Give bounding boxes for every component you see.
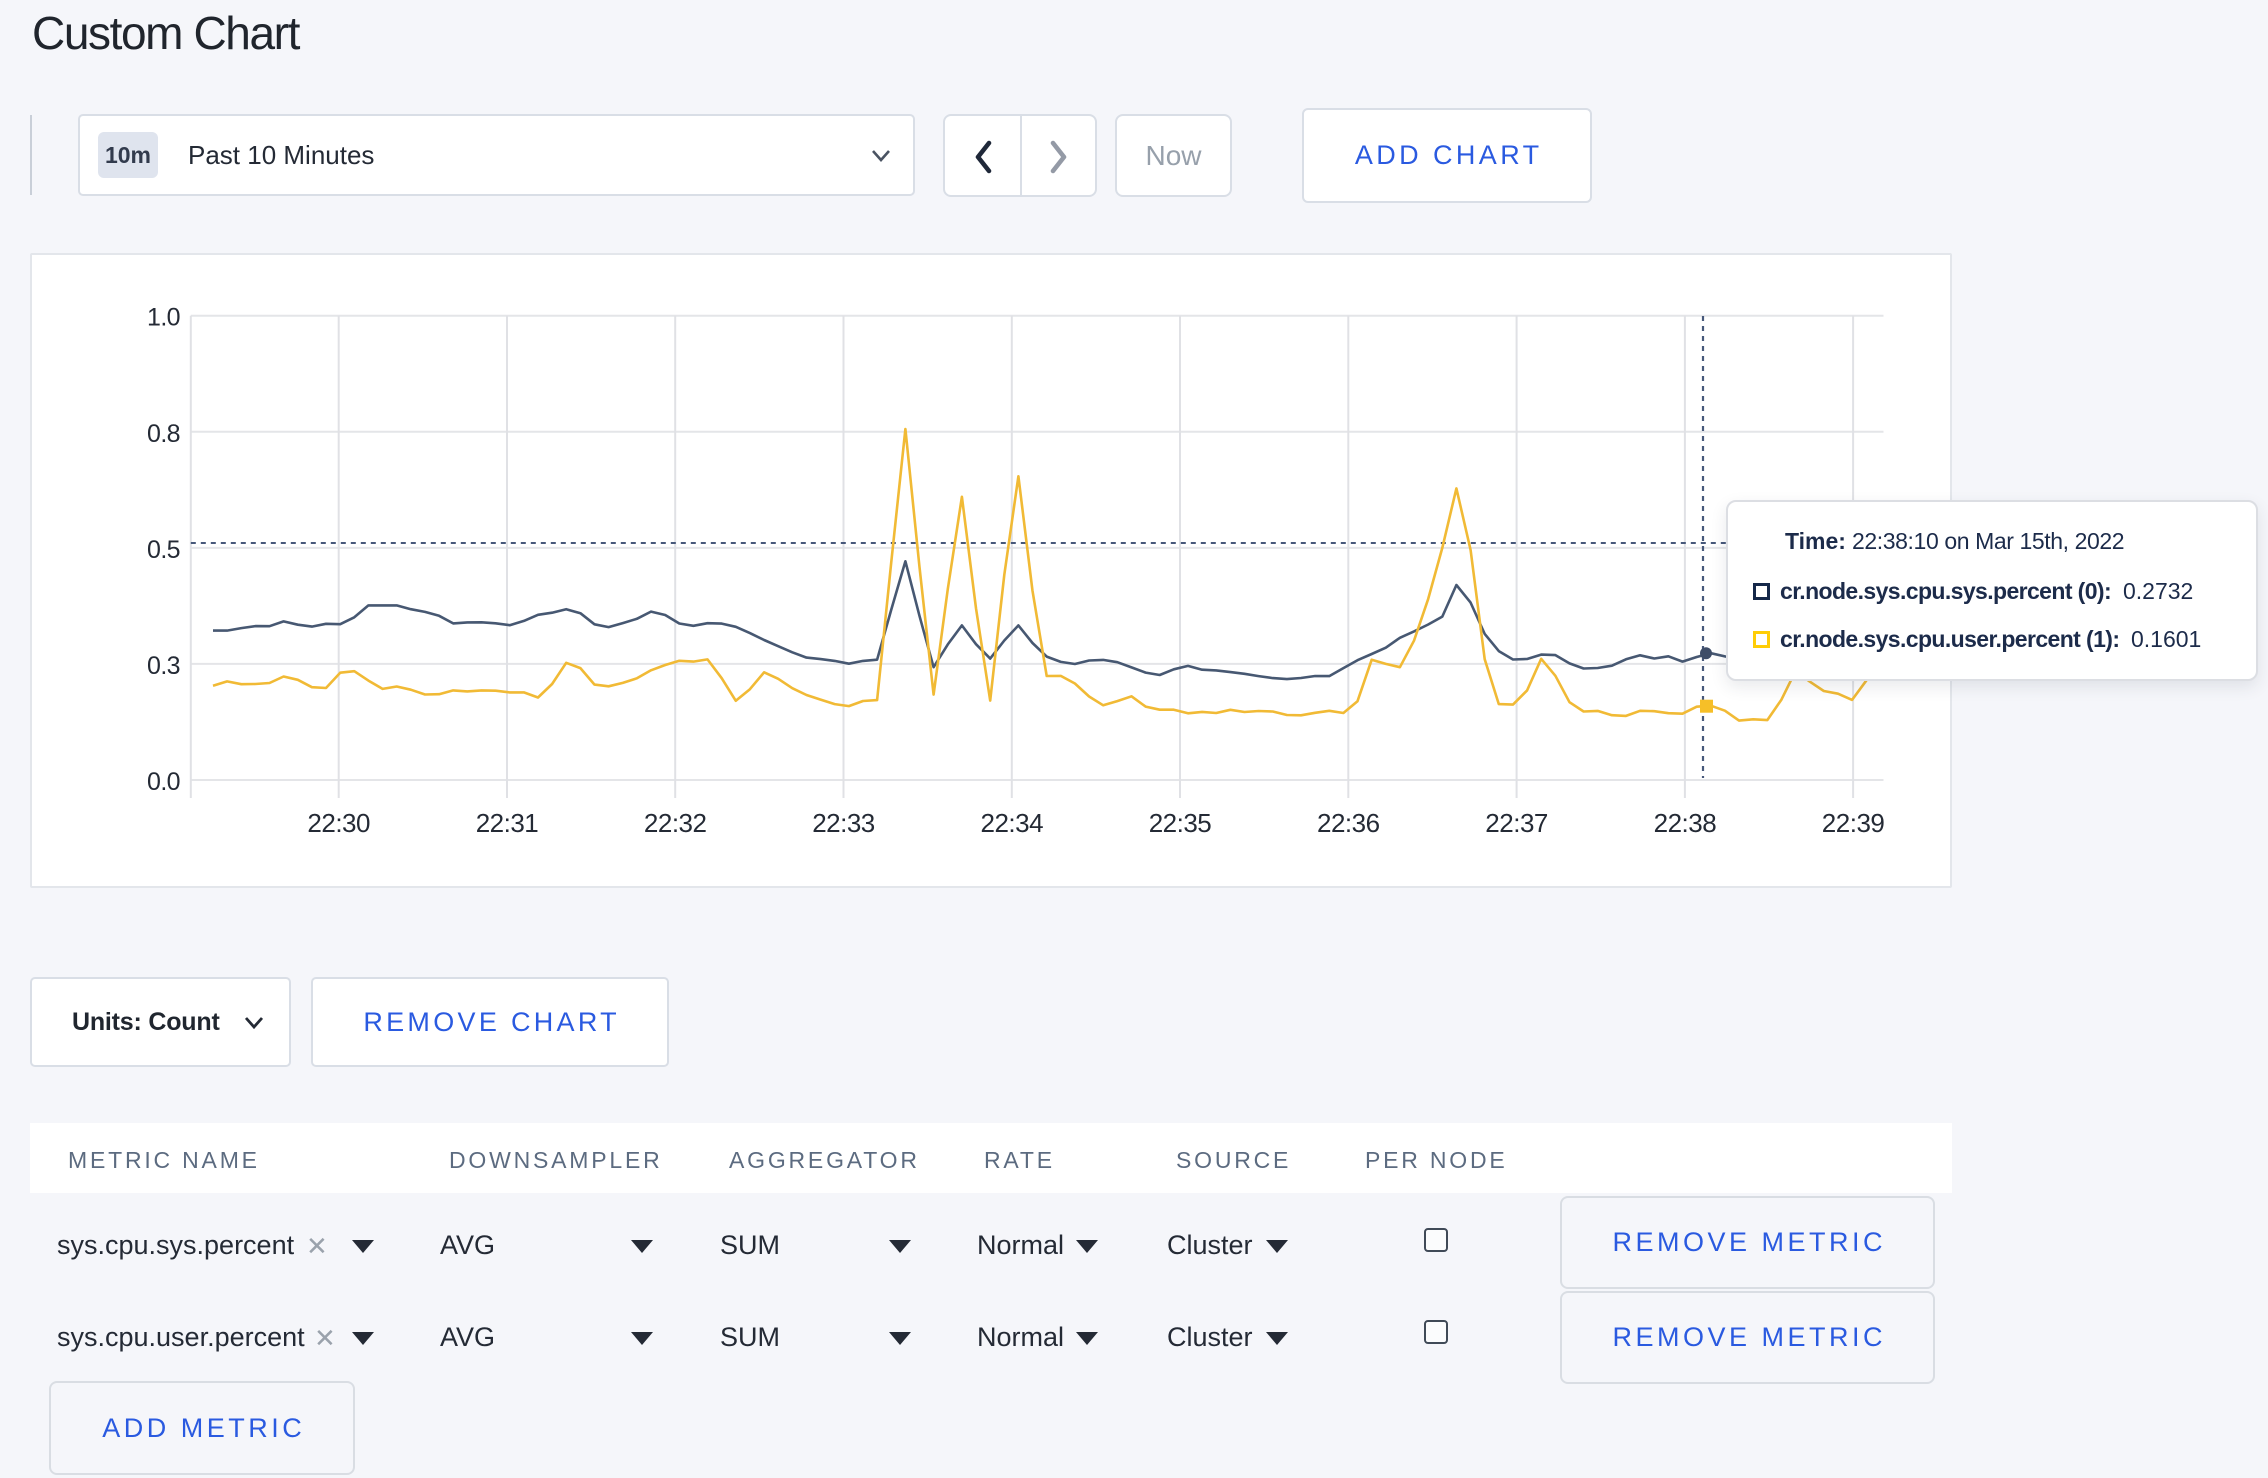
svg-text:0.5: 0.5 [147, 536, 180, 564]
svg-text:22:37: 22:37 [1485, 808, 1548, 838]
svg-text:22:33: 22:33 [812, 808, 875, 838]
svg-text:22:39: 22:39 [1822, 808, 1885, 838]
svg-text:22:38: 22:38 [1654, 808, 1717, 838]
svg-text:22:31: 22:31 [476, 808, 539, 838]
svg-text:22:34: 22:34 [981, 808, 1044, 838]
svg-text:22:32: 22:32 [644, 808, 707, 838]
svg-text:22:36: 22:36 [1317, 808, 1380, 838]
svg-text:0.3: 0.3 [147, 652, 180, 680]
svg-text:0.0: 0.0 [147, 768, 180, 796]
svg-text:1.0: 1.0 [147, 304, 180, 332]
svg-text:22:35: 22:35 [1149, 808, 1212, 838]
svg-text:0.8: 0.8 [147, 420, 180, 448]
svg-text:22:30: 22:30 [307, 808, 370, 838]
